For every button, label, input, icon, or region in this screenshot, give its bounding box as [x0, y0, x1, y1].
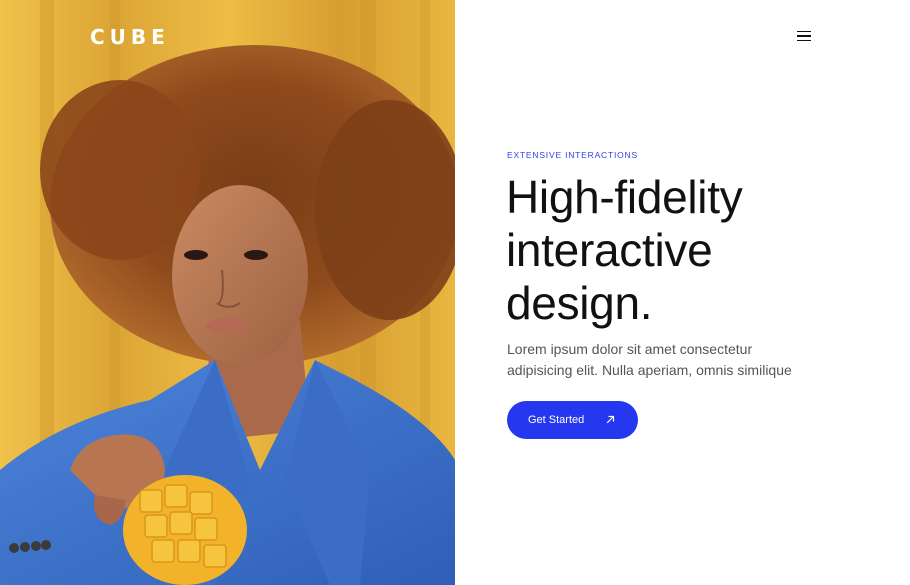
section-eyebrow: EXTENSIVE INTERACTIONS	[507, 150, 638, 160]
hero-portrait-image: CUBE	[0, 0, 455, 585]
get-started-button[interactable]: Get Started	[507, 401, 638, 439]
lead-line-2: adipisicing elit. Nulla aperiam, omnis s…	[507, 362, 792, 378]
lead-line-1: Lorem ipsum dolor sit amet consectetur	[507, 341, 753, 357]
brand-logo[interactable]: CUBE	[90, 26, 170, 48]
hamburger-menu-icon[interactable]	[794, 28, 814, 44]
landing-page: CUBE EXTENSIVE INTERACTIONS High-fidelit…	[0, 0, 910, 585]
menu-line-bottom	[797, 39, 811, 42]
page-title-line-1: High-fidelity	[506, 171, 743, 223]
arrow-up-right-icon	[606, 415, 615, 424]
page-title-line-2: interactive	[506, 224, 713, 276]
menu-line-middle	[797, 35, 811, 37]
page-title-line-3: design.	[506, 277, 653, 329]
page-title: High-fidelity interactive design.	[506, 171, 836, 330]
get-started-label: Get Started	[528, 414, 585, 426]
menu-line-top	[797, 30, 811, 33]
lead-paragraph: Lorem ipsum dolor sit amet consectetur a…	[507, 339, 807, 381]
